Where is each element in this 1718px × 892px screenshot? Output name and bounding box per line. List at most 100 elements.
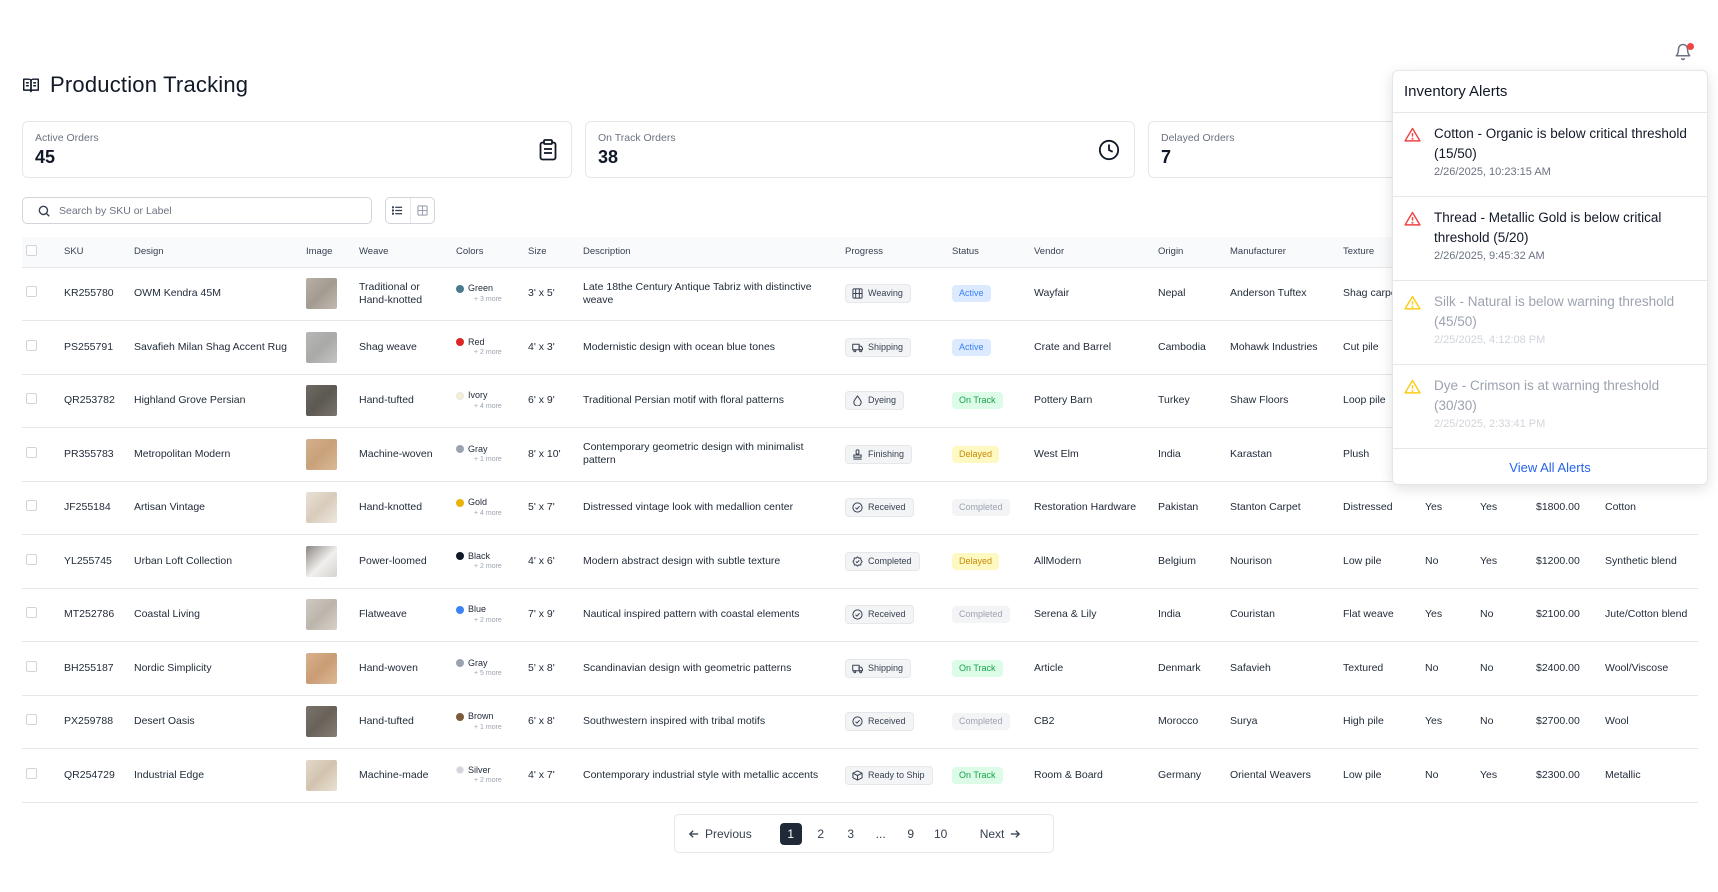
column-header-description[interactable]: Description [579, 237, 841, 268]
weave-cell: Hand-knotted [355, 481, 452, 535]
progress-badge: Ready to Ship [845, 765, 933, 785]
search-input[interactable] [59, 204, 339, 217]
rug-thumbnail[interactable] [306, 385, 337, 417]
table-row[interactable]: MT252786 Coastal Living Flatweave Blue + 2 m… [22, 588, 1698, 642]
row-checkbox[interactable] [26, 339, 37, 351]
table-row[interactable]: PX259788 Desert Oasis Hand-tufted Brown + 1 … [22, 695, 1698, 749]
page-number-button[interactable]: 3 [840, 823, 862, 845]
color-more: + 1 more [474, 723, 502, 731]
column-header-weave[interactable]: Weave [355, 237, 452, 268]
design-cell: Artisan Vintage [130, 481, 302, 535]
alert-item[interactable]: Cotton - Organic is below critical thres… [1393, 113, 1707, 197]
rug-thumbnail[interactable] [306, 759, 337, 791]
select-all-checkbox[interactable] [26, 244, 37, 256]
description-cell: Traditional Persian motif with floral pa… [579, 374, 841, 428]
rug-thumbnail[interactable] [306, 278, 337, 310]
row-checkbox[interactable] [26, 553, 37, 565]
colors-cell: Blue + 2 more [452, 588, 524, 642]
droplet-icon [853, 395, 862, 407]
rug-thumbnail[interactable] [306, 331, 337, 363]
column-header-origin[interactable]: Origin [1154, 237, 1226, 268]
image-cell [302, 748, 355, 803]
column-header-status[interactable]: Status [948, 237, 1030, 268]
page-number-button[interactable]: 10 [930, 823, 952, 845]
page-number-button[interactable]: 2 [810, 823, 832, 845]
progress-cell: Dyeing [841, 374, 948, 428]
table-row[interactable]: YL255745 Urban Loft Collection Power-loome… [22, 534, 1698, 589]
stamp-icon [853, 449, 862, 460]
grid-icon [417, 205, 428, 216]
price-cell: $1800.00 [1532, 481, 1601, 535]
row-checkbox[interactable] [26, 660, 37, 672]
row-checkbox[interactable] [26, 393, 37, 405]
image-cell [302, 481, 355, 535]
image-cell [302, 534, 355, 589]
column-header-colors[interactable]: Colors [452, 237, 524, 268]
texture-cell: High pile [1339, 695, 1421, 749]
rug-thumbnail[interactable] [306, 706, 337, 738]
vendor-cell: Pottery Barn [1030, 374, 1154, 428]
colors-cell: Silver + 2 more [452, 748, 524, 803]
rug-thumbnail[interactable] [306, 492, 337, 524]
row-checkbox[interactable] [26, 607, 37, 619]
row-checkbox[interactable] [26, 500, 37, 512]
manufacturer-cell: Stanton Carpet [1226, 481, 1339, 535]
rug-thumbnail[interactable] [306, 599, 337, 631]
next-page-button[interactable]: Next [980, 827, 1021, 841]
grid-view-button[interactable] [411, 198, 435, 223]
alert-message: Silk - Natural is below warning threshol… [1434, 294, 1675, 329]
alert-item[interactable]: Thread - Metallic Gold is below critical… [1393, 197, 1707, 281]
column-header-design[interactable]: Design [130, 237, 302, 268]
view-all-alerts-link[interactable]: View All Alerts [1393, 449, 1707, 484]
table-row[interactable]: BH255187 Nordic Simplicity Hand-woven Gray +… [22, 641, 1698, 696]
rug-thumbnail[interactable] [306, 545, 337, 577]
table-row[interactable]: JF255184 Artisan Vintage Hand-knotted Gold +… [22, 481, 1698, 535]
weave-cell: Power-loomed [355, 534, 452, 589]
rug-thumbnail[interactable] [306, 652, 337, 684]
color-name: Brown [468, 711, 494, 722]
color-more: + 2 more [474, 349, 502, 356]
stat-card-on-track-orders: On Track Orders 38 [585, 121, 1135, 178]
colors-cell: Gold + 4 more [452, 481, 524, 535]
progress-badge: Completed [845, 551, 920, 571]
manufacturer-cell: Safavieh [1226, 641, 1339, 696]
column-header-image[interactable]: Image [302, 237, 355, 268]
weave-cell: Hand-tufted [355, 374, 452, 428]
description-cell: Late 18the Century Antique Tabriz with d… [579, 267, 841, 321]
material-cell: Metallic [1601, 748, 1698, 803]
size-cell: 4' x 6' [524, 534, 579, 589]
row-checkbox[interactable] [26, 446, 37, 458]
flag-1-cell: Yes [1421, 481, 1476, 535]
progress-badge: Received [845, 498, 914, 518]
column-header-vendor[interactable]: Vendor [1030, 237, 1154, 268]
row-checkbox[interactable] [26, 767, 37, 779]
column-header-size[interactable]: Size [524, 237, 579, 268]
vendor-cell: West Elm [1030, 427, 1154, 482]
row-checkbox[interactable] [26, 714, 37, 726]
truck-icon [852, 343, 863, 352]
price-cell: $2700.00 [1532, 695, 1601, 749]
progress-cell: Received [841, 695, 948, 749]
price-cell: $2400.00 [1532, 641, 1601, 696]
description-cell: Contemporary geometric design with minim… [579, 427, 841, 482]
column-header-progress[interactable]: Progress [841, 237, 948, 268]
size-cell: 7' x 9' [524, 588, 579, 642]
alert-item[interactable]: Silk - Natural is below warning threshol… [1393, 281, 1707, 365]
check-circle-icon [852, 716, 863, 727]
page-number-button[interactable]: 9 [900, 823, 922, 845]
notification-bell-button[interactable] [1674, 43, 1694, 63]
column-header-sku[interactable]: SKU [60, 237, 130, 268]
weave-cell: Flatweave [355, 588, 452, 642]
alert-item[interactable]: Dye - Crimson is at warning threshold (3… [1393, 365, 1707, 449]
progress-badge: Weaving [845, 284, 911, 304]
column-header-manufacturer[interactable]: Manufacturer [1226, 237, 1339, 268]
row-checkbox[interactable] [26, 286, 37, 298]
table-row[interactable]: QR254729 Industrial Edge Machine-made Silve… [22, 748, 1698, 803]
page-title: Production Tracking [50, 72, 249, 97]
previous-page-button[interactable]: Previous [689, 827, 752, 841]
rug-thumbnail[interactable] [306, 438, 337, 470]
manufacturer-cell: Surya [1226, 695, 1339, 749]
list-view-button[interactable] [386, 198, 411, 223]
page-number-button[interactable]: 1 [779, 822, 802, 845]
vendor-cell: Crate and Barrel [1030, 320, 1154, 375]
